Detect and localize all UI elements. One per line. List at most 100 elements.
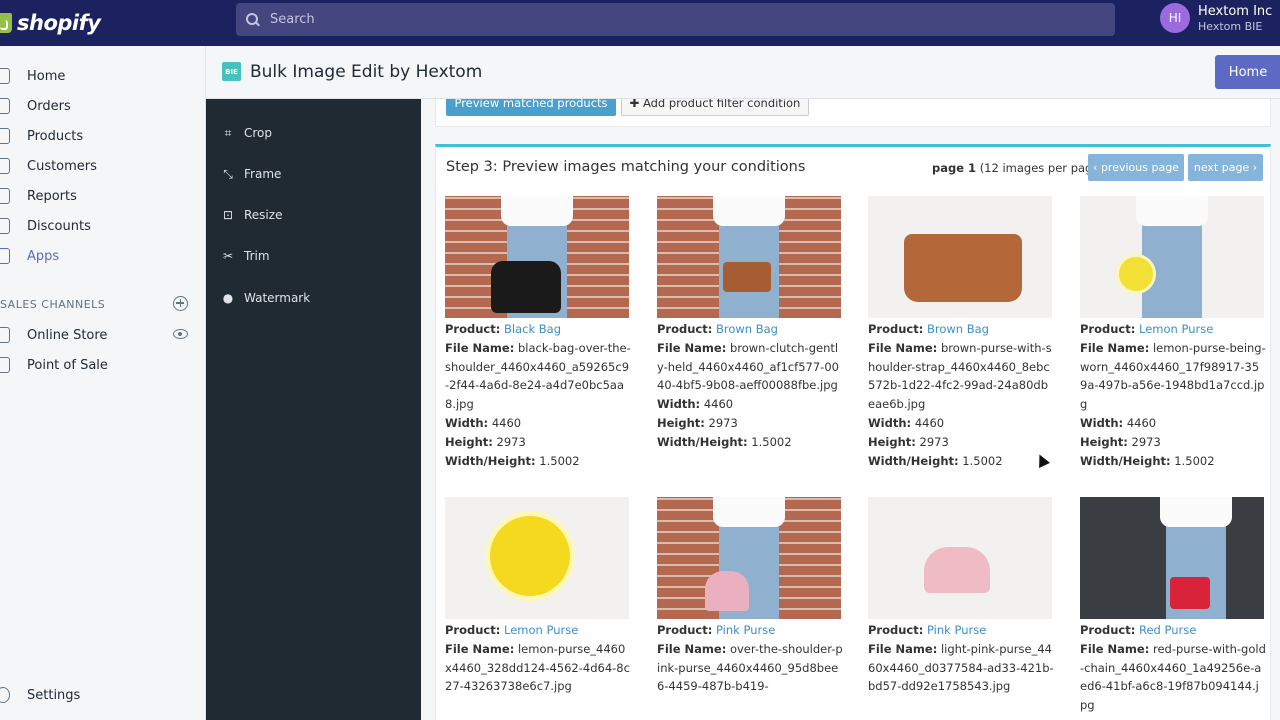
- product-image[interactable]: [868, 497, 1052, 619]
- shopify-logo[interactable]: shopify: [0, 0, 206, 46]
- filter-panel: Preview matched products ✚ Add product f…: [435, 99, 1271, 127]
- image-card: Product: Brown Bag File Name: brown-clut…: [657, 196, 843, 452]
- add-filter-condition-button[interactable]: ✚ Add product filter condition: [621, 99, 809, 116]
- product-label: Product:: [445, 322, 501, 336]
- app-nav-trim[interactable]: ✂ Trim: [222, 246, 270, 266]
- product-label: Product:: [868, 623, 924, 637]
- account-menu[interactable]: HI Hextom Inc Hextom BIE: [1160, 3, 1272, 33]
- app-nav-label: Trim: [244, 249, 270, 263]
- app-nav-frame[interactable]: ⤡ Frame: [222, 164, 281, 184]
- ratio-value: 1.5002: [751, 434, 792, 449]
- product-image[interactable]: [1080, 497, 1264, 619]
- ratio-label: Width/Height:: [657, 434, 748, 449]
- home-button[interactable]: Home: [1215, 55, 1280, 89]
- previous-page-button[interactable]: ‹ previous page: [1088, 154, 1184, 181]
- sidebar-item-label: Point of Sale: [27, 357, 108, 373]
- frame-icon: ⤡: [223, 166, 233, 181]
- main-sidebar: Home Orders Products Customers Reports D…: [0, 46, 206, 720]
- image-card: Product: Lemon Purse File Name: lemon-pu…: [1080, 196, 1266, 470]
- product-link[interactable]: Pink Purse: [927, 623, 986, 637]
- file-name-label: File Name:: [445, 340, 515, 355]
- page-number: page 1: [932, 161, 977, 175]
- product-link[interactable]: Pink Purse: [716, 623, 775, 637]
- app-nav-watermark[interactable]: ● Watermark: [222, 288, 310, 308]
- product-link[interactable]: Lemon Purse: [1139, 322, 1213, 336]
- plus-icon: ✚: [629, 99, 643, 110]
- height-label: Height:: [868, 434, 916, 449]
- search-bar[interactable]: [236, 3, 1115, 36]
- sidebar-item-customers[interactable]: Customers: [0, 154, 97, 178]
- product-link[interactable]: Red Purse: [1139, 623, 1196, 637]
- product-label: Product:: [657, 322, 713, 336]
- customers-icon: [0, 158, 10, 174]
- sidebar-item-point-of-sale[interactable]: Point of Sale: [0, 353, 108, 377]
- sidebar-item-reports[interactable]: Reports: [0, 184, 77, 208]
- width-label: Width:: [868, 415, 912, 430]
- height-label: Height:: [445, 434, 493, 449]
- tag-icon: [0, 128, 10, 144]
- sidebar-item-orders[interactable]: Orders: [0, 94, 71, 118]
- product-link[interactable]: Black Bag: [504, 322, 561, 336]
- prev-label: previous page: [1100, 161, 1179, 174]
- add-channel-icon[interactable]: [173, 296, 188, 311]
- product-label: Product:: [1080, 322, 1136, 336]
- sidebar-item-label: Discounts: [27, 218, 91, 234]
- apps-icon: [0, 248, 10, 264]
- app-nav-crop[interactable]: ⌗ Crop: [222, 123, 272, 143]
- sidebar-item-apps[interactable]: Apps: [0, 244, 59, 268]
- app-nav-resize[interactable]: ⊡ Resize: [222, 205, 282, 225]
- chevron-right-icon: ›: [1249, 161, 1258, 174]
- sidebar-item-settings[interactable]: Settings: [0, 683, 80, 707]
- product-image[interactable]: [1080, 196, 1264, 318]
- product-link[interactable]: Lemon Purse: [504, 623, 578, 637]
- sidebar-item-label: Apps: [27, 248, 60, 264]
- product-image[interactable]: [657, 497, 841, 619]
- search-icon: [246, 12, 260, 27]
- search-input[interactable]: [270, 12, 1070, 27]
- height-value: 2973: [496, 434, 526, 449]
- sidebar-item-discounts[interactable]: Discounts: [0, 214, 91, 238]
- file-name-label: File Name:: [868, 340, 938, 355]
- ratio-value: 1.5002: [962, 453, 1003, 468]
- ratio-value: 1.5002: [539, 453, 580, 468]
- width-label: Width:: [445, 415, 489, 430]
- logo-text: shopify: [17, 11, 101, 35]
- image-card: Product: Pink Purse File Name: over-the-…: [657, 497, 843, 696]
- resize-icon: ⊡: [222, 208, 234, 222]
- app-nav-label: Watermark: [244, 291, 311, 305]
- orders-icon: [0, 98, 10, 114]
- product-image[interactable]: [657, 196, 841, 318]
- reports-icon: [0, 188, 10, 204]
- sidebar-item-label: Online Store: [27, 327, 108, 343]
- sidebar-item-products[interactable]: Products: [0, 124, 83, 148]
- sidebar-item-home[interactable]: Home: [0, 64, 65, 88]
- preview-matched-products-button[interactable]: Preview matched products: [446, 99, 616, 116]
- product-image[interactable]: [445, 196, 629, 318]
- product-link[interactable]: Brown Bag: [927, 322, 989, 336]
- height-value: 2973: [919, 434, 949, 449]
- sidebar-item-online-store[interactable]: Online Store: [0, 323, 107, 347]
- product-image[interactable]: [868, 196, 1052, 318]
- width-label: Width:: [1080, 415, 1124, 430]
- ratio-label: Width/Height:: [868, 453, 959, 468]
- app-nav-label: Crop: [244, 126, 273, 140]
- images-per-page: (12 images per page): [979, 161, 1104, 175]
- ratio-label: Width/Height:: [1080, 453, 1171, 468]
- product-link[interactable]: Brown Bag: [716, 322, 778, 336]
- width-value: 4460: [914, 415, 945, 430]
- app-sidebar: ⌗ Crop ⤡ Frame ⊡ Resize ✂ Trim ● Watermark: [206, 99, 421, 720]
- ratio-label: Width/Height:: [445, 453, 536, 468]
- height-label: Height:: [657, 415, 705, 430]
- next-page-button[interactable]: next page ›: [1188, 154, 1263, 181]
- view-store-eye-icon[interactable]: [173, 329, 188, 339]
- app-nav-label: Frame: [244, 167, 282, 181]
- width-label: Width:: [657, 397, 701, 412]
- droplet-icon: ●: [222, 291, 234, 305]
- width-value: 4460: [491, 415, 522, 430]
- product-image[interactable]: [445, 497, 629, 619]
- width-value: 4460: [1126, 415, 1157, 430]
- home-icon: [0, 68, 10, 84]
- app-title: Bulk Image Edit by Hextom: [250, 62, 483, 82]
- chevron-left-icon: ‹: [1093, 161, 1101, 174]
- image-card: Product: Brown Bag File Name: brown-purs…: [868, 196, 1054, 470]
